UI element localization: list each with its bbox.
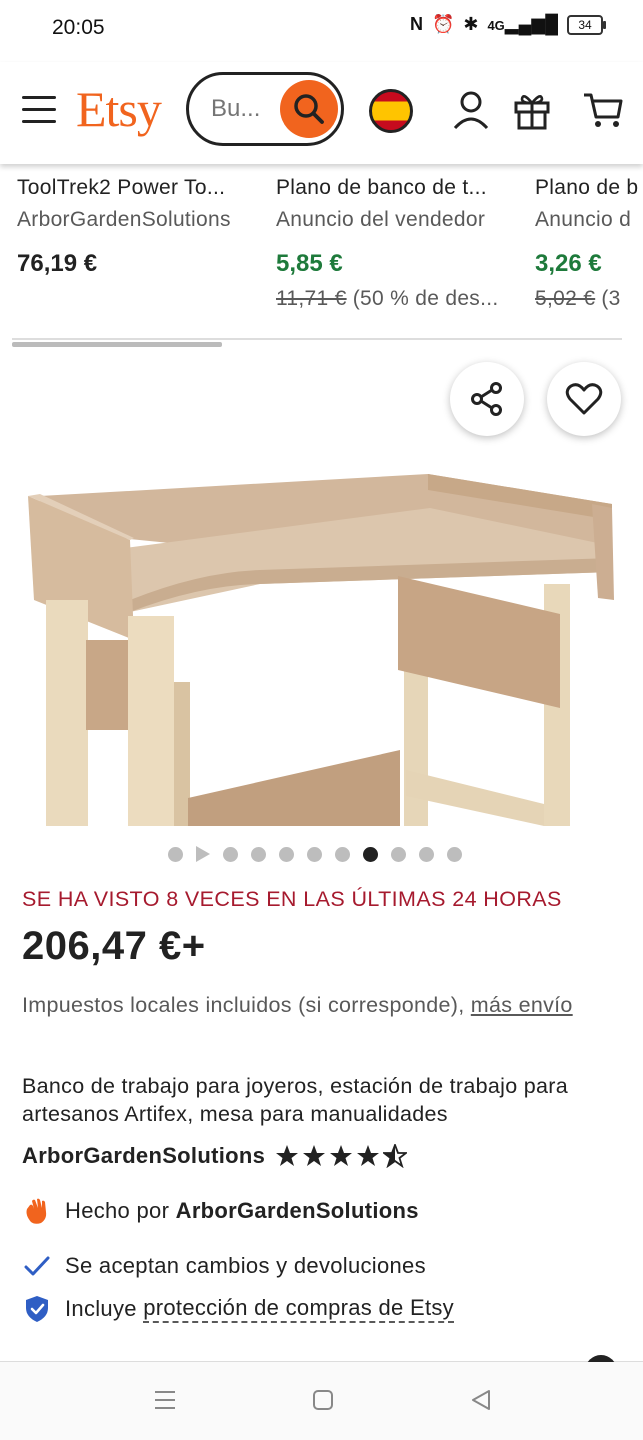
cart-icon[interactable] [582, 90, 624, 130]
app-header: Etsy [0, 62, 643, 164]
star-icon [330, 1145, 353, 1166]
pagination-dot[interactable] [223, 846, 238, 862]
home-icon[interactable] [312, 1389, 334, 1411]
made-by-prefix: Hecho por [65, 1198, 170, 1223]
share-button[interactable] [450, 362, 524, 436]
protection-prefix: Incluye [65, 1296, 137, 1321]
rec-price: 76,19 € [17, 250, 98, 277]
carousel-scrollbar[interactable] [12, 342, 222, 347]
purchase-protection-link[interactable]: protección de compras de Etsy [143, 1295, 454, 1323]
waving-hand-icon [22, 1196, 52, 1226]
star-icon [303, 1145, 326, 1166]
shield-check-icon [22, 1294, 52, 1324]
rec-original-price: 11,71 € (50 % de des... [276, 287, 526, 311]
pagination-dot-active[interactable] [363, 846, 378, 862]
rec-price: 5,85 € [276, 250, 343, 277]
shop-rating-row[interactable]: ArborGardenSolutions [22, 1143, 408, 1169]
pagination-dot[interactable] [279, 846, 294, 862]
returns-text: Se aceptan cambios y devoluciones [65, 1253, 426, 1278]
returns-row: Se aceptan cambios y devoluciones [22, 1251, 426, 1281]
rec-discount: (3 [601, 287, 621, 310]
product-image[interactable] [0, 460, 643, 826]
alarm-icon: ⏰ [431, 14, 455, 34]
carousel-scroll-track [12, 338, 622, 340]
heart-icon [565, 383, 603, 415]
listing-title: Banco de trabajo para joyeros, estación … [22, 1074, 568, 1126]
menu-icon[interactable] [22, 96, 56, 126]
search-button[interactable] [280, 80, 338, 138]
rec-title: ToolTrek2 Power To... [17, 176, 226, 199]
shop-name-link[interactable]: ArborGardenSolutions [22, 1143, 265, 1169]
star-icon [357, 1145, 380, 1166]
rating-stars [275, 1144, 408, 1168]
recent-apps-icon[interactable] [153, 1389, 177, 1411]
shipping-link[interactable]: más envío [471, 993, 573, 1017]
rec-shop: ArborGardenSolutions [17, 208, 231, 231]
pagination-dot[interactable] [307, 846, 322, 862]
pagination-dot[interactable] [447, 846, 462, 862]
signal-icon: 4G▂▄▆█ [487, 14, 558, 34]
status-time: 20:05 [52, 16, 105, 39]
spain-flag-icon[interactable] [369, 89, 413, 133]
etsy-logo[interactable]: Etsy [76, 80, 162, 138]
workbench-illustration [28, 474, 614, 826]
pagination-dot[interactable] [391, 846, 406, 862]
rec-shop: Anuncio d [535, 208, 632, 231]
image-pagination[interactable] [168, 846, 462, 862]
taxes-text: Impuestos locales incluidos (si correspo… [22, 993, 465, 1017]
pagination-dot[interactable] [335, 846, 350, 862]
nfc-icon: N [409, 14, 423, 34]
status-bar: 20:05 N ⏰ ✱ 4G▂▄▆█ 34 [0, 0, 643, 60]
half-star-icon [383, 1144, 408, 1168]
pagination-dot[interactable] [419, 846, 434, 862]
search-input[interactable] [211, 95, 283, 123]
search-bar[interactable] [186, 72, 344, 146]
rec-strikethrough-price: 11,71 € [276, 287, 347, 310]
bluetooth-icon: ✱ [463, 14, 479, 34]
checkmark-icon [22, 1251, 52, 1281]
rec-shop: Anuncio del vendedor [276, 208, 486, 231]
views-notice: SE HA VISTO 8 VECES EN LAS ÚLTIMAS 24 HO… [22, 887, 562, 911]
rec-original-price: 5,02 € (3 [535, 287, 643, 311]
made-by-shop[interactable]: ArborGardenSolutions [176, 1198, 419, 1224]
recommendations-carousel[interactable]: ToolTrek2 Power To... ArborGardenSolutio… [0, 164, 643, 344]
video-play-icon[interactable] [196, 846, 210, 862]
taxes-note: Impuestos locales incluidos (si correspo… [22, 988, 622, 1022]
listing-price: 206,47 €+ [22, 924, 206, 968]
protection-row: Incluye protección de compras de Etsy [22, 1294, 454, 1324]
pagination-dot[interactable] [251, 846, 266, 862]
star-icon [276, 1145, 299, 1166]
account-icon[interactable] [452, 90, 490, 130]
favorite-button[interactable] [547, 362, 621, 436]
rec-title: Plano de b [535, 176, 639, 199]
system-nav-bar [0, 1362, 643, 1440]
gift-icon[interactable] [513, 90, 551, 130]
search-icon [294, 94, 324, 124]
network-label: 4G [487, 18, 505, 33]
status-icons: N ⏰ ✱ 4G▂▄▆█ 34 [409, 14, 606, 35]
back-icon[interactable] [470, 1389, 492, 1411]
share-icon [471, 382, 502, 416]
made-by-row: Hecho por ArborGardenSolutions [22, 1196, 419, 1226]
rec-price: 3,26 € [535, 250, 602, 277]
pagination-dot[interactable] [168, 846, 183, 862]
rec-title: Plano de banco de t... [276, 176, 487, 199]
battery-icon: 34 [567, 14, 606, 35]
rec-discount: (50 % de des... [352, 287, 499, 310]
rec-strikethrough-price: 5,02 € [535, 287, 596, 310]
